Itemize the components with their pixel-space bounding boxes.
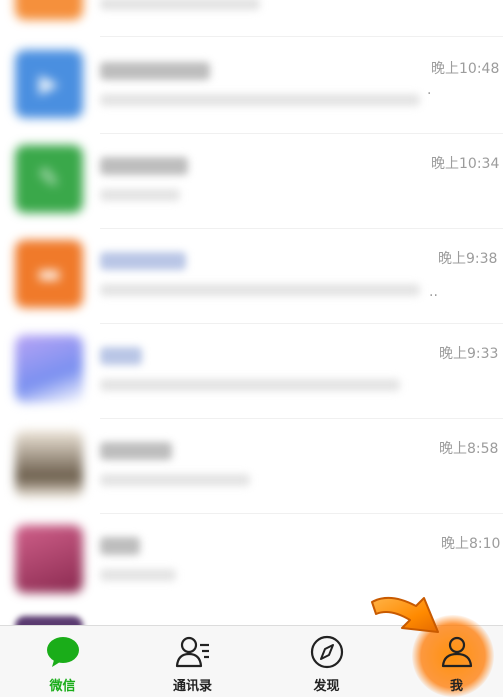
chat-time: 晚上8:58 [439,441,499,457]
chat-preview-blurred [100,284,420,296]
pointer-arrow-icon [371,596,439,633]
chat-time: 晚上10:48 [431,61,500,77]
chat-time: 晚上8:10 [441,536,501,552]
chat-avatar: ✎ [15,145,83,213]
chat-preview-blurred [100,474,250,486]
chat-title-blurred [100,442,172,460]
chat-row[interactable]: 晚上8:58 [0,418,503,514]
chat-time: 晚上9:38 [438,251,498,267]
chat-preview-blurred [100,569,176,581]
chat-avatar [15,0,83,20]
chat-avatar [15,335,83,403]
tab-label: 通讯录 [172,679,212,694]
card-icon: ▬ [36,259,62,289]
tab-chats[interactable]: 微信 [0,626,125,697]
chat-title-blurred [100,537,140,555]
overflow-dot: .. [429,284,438,300]
chat-row[interactable]: ▬ 晚上9:38 .. [0,228,503,324]
tab-label: 发现 [313,679,340,694]
chat-avatar [15,430,83,498]
chat-row[interactable] [0,0,503,36]
chat-preview-blurred [100,189,180,201]
chat-preview-blurred [100,379,400,391]
chat-row[interactable]: 晚上9:33 [0,323,503,419]
chat-avatar: ▶ [15,50,83,118]
contacts-icon [175,636,209,668]
row-separator [100,36,503,37]
tab-label: 我 [449,679,463,694]
play-icon: ▶ [39,69,59,99]
edit-icon: ✎ [38,164,60,194]
overflow-dot: · [427,86,432,102]
tab-label: 微信 [49,679,76,694]
chat-title-blurred [100,347,142,365]
chat-list: ▶ 晚上10:48 · ✎ 晚上10:34 ▬ 晚上9:38 .. 晚上9:33 [0,0,503,625]
tab-contacts[interactable]: 通讯录 [130,626,255,697]
chat-title-blurred [100,157,188,175]
chat-row[interactable]: ✎ 晚上10:34 [0,133,503,229]
chat-avatar: ▬ [15,240,83,308]
chat-row[interactable]: ▶ 晚上10:48 · [0,38,503,134]
chat-preview-blurred [100,0,260,10]
chat-avatar [15,525,83,593]
chat-time: 晚上9:33 [439,346,499,362]
chat-avatar [15,616,83,625]
chat-preview-blurred [100,94,420,106]
chat-title-blurred [100,252,186,270]
chat-bubble-icon [46,637,79,667]
chat-title-blurred [100,62,210,80]
compass-icon [310,635,343,669]
chat-time: 晚上10:34 [431,156,500,172]
